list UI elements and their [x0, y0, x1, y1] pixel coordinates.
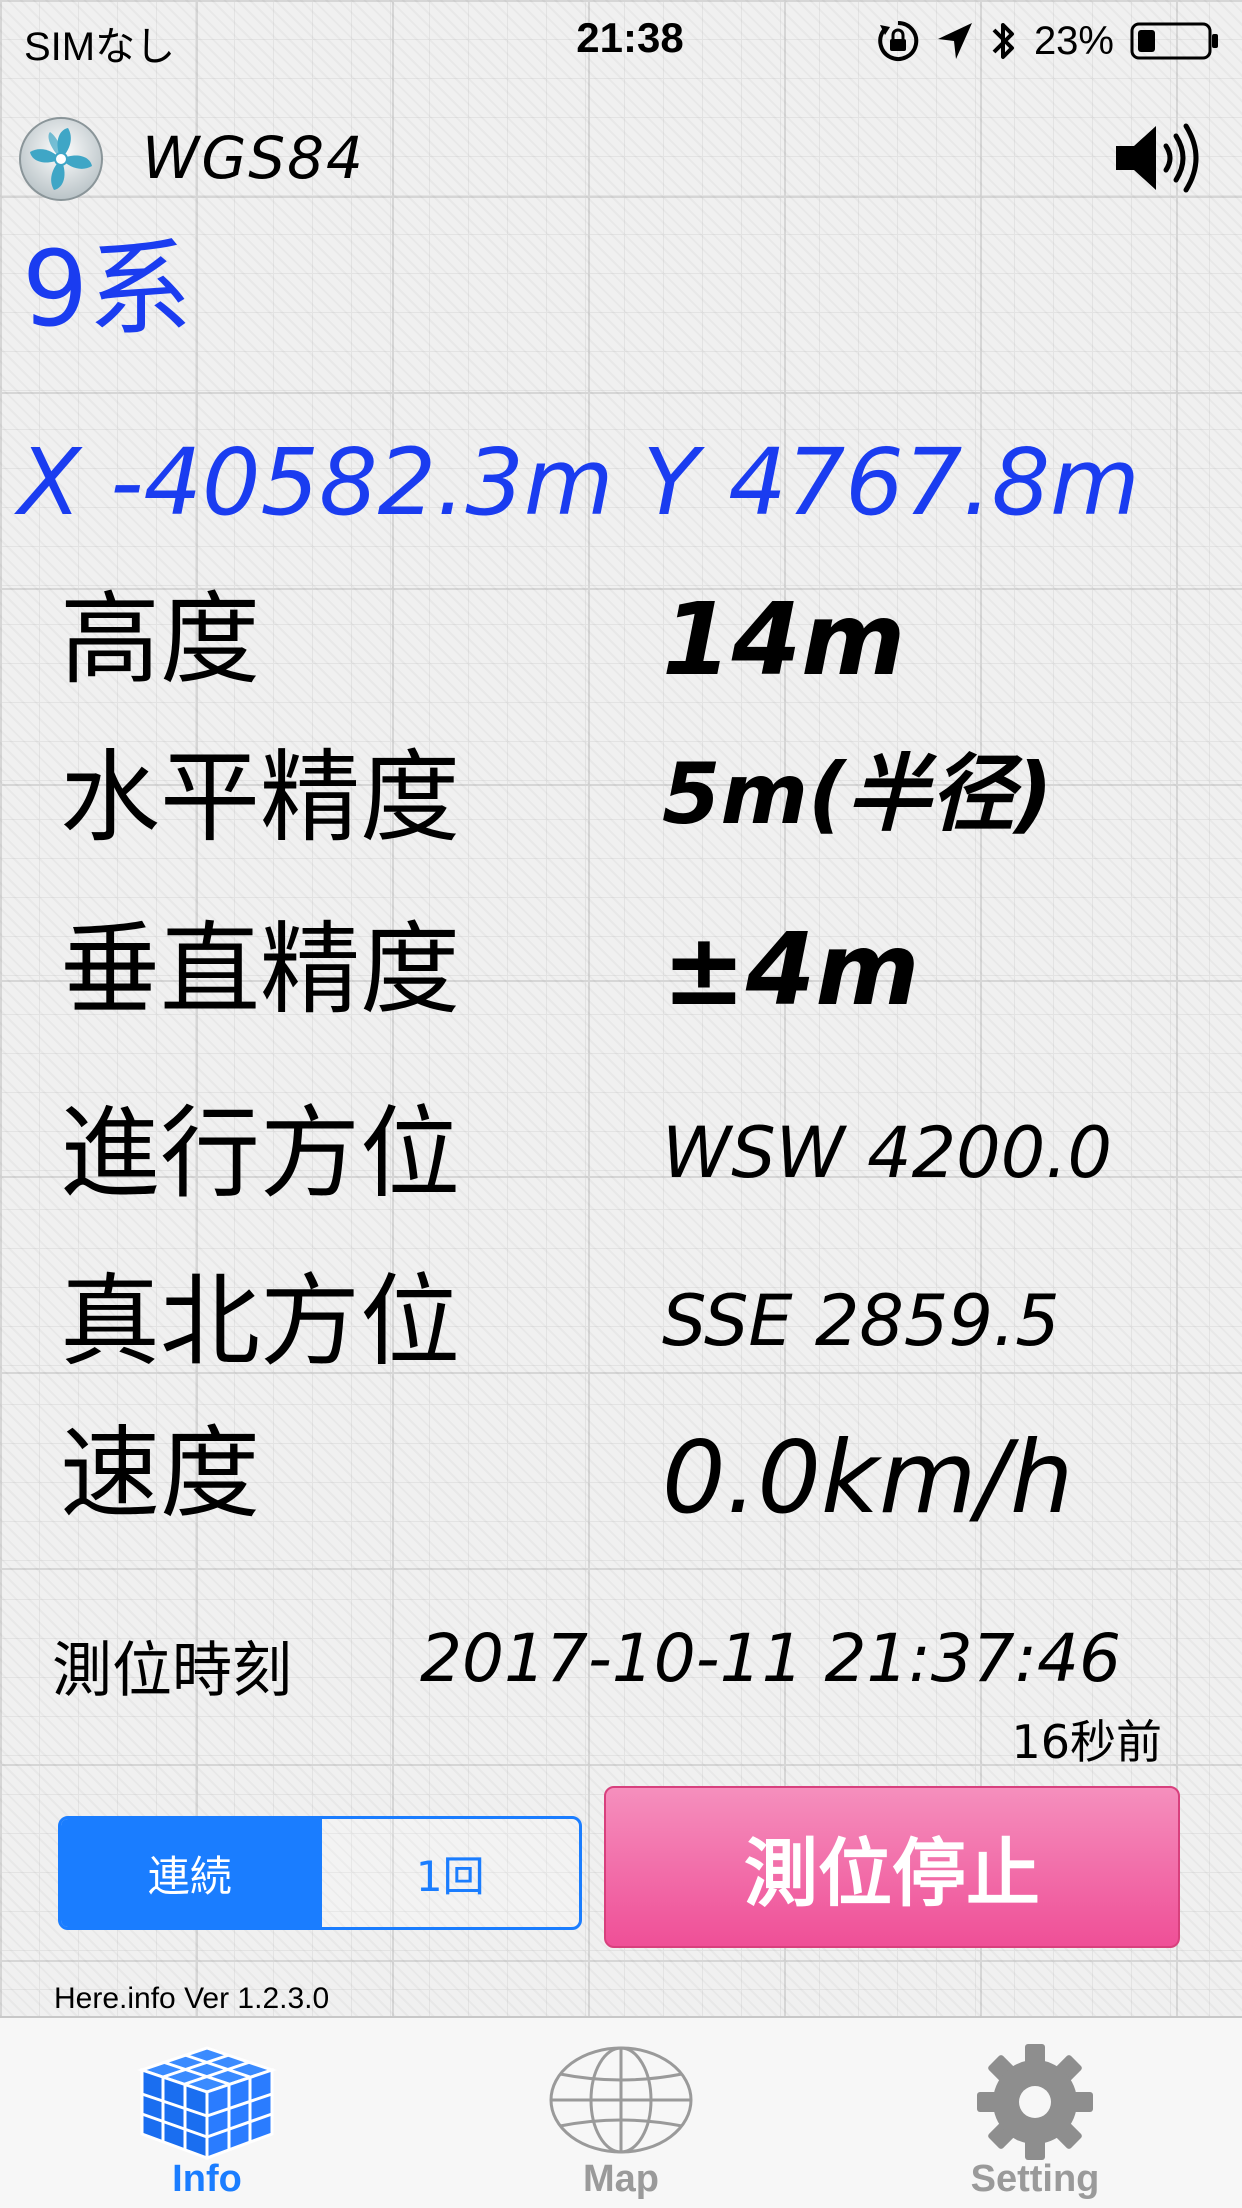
- vertical-accuracy-value: ±4m: [662, 911, 920, 1028]
- mode-once-segment[interactable]: 1回: [318, 1819, 579, 1927]
- speed-value: 0.0km/h: [662, 1419, 1074, 1536]
- location-arrow-icon: [937, 23, 972, 59]
- globe-icon: [549, 2046, 693, 2154]
- coord-y: Y 4767.8m: [642, 429, 1140, 536]
- true-north-label: 真北方位: [60, 1263, 460, 1380]
- mode-segmented-control: 連続 1回: [58, 1816, 582, 1930]
- horizontal-accuracy-value: 5m(半径): [662, 745, 1053, 843]
- fix-time-label: 測位時刻: [52, 1636, 292, 1706]
- battery-percent: 23%: [1033, 18, 1114, 63]
- heading-label: 進行方位: [60, 1095, 460, 1212]
- speaker-icon[interactable]: [1112, 118, 1204, 198]
- mode-continuous-segment[interactable]: 連続: [61, 1819, 319, 1927]
- fix-time-ago: 16秒前: [1011, 1715, 1162, 1769]
- tab-setting[interactable]: Setting: [828, 2018, 1242, 2208]
- plane-coordinates: X -40582.3m Y 4767.8m: [18, 432, 1140, 533]
- fix-time-value: 2017-10-11 21:37:46: [420, 1620, 1121, 1697]
- true-north-value: SSE 2859.5: [662, 1280, 1060, 1362]
- bluetooth-icon: [992, 23, 1014, 59]
- vertical-accuracy-label: 垂直精度: [60, 911, 460, 1028]
- speed-label: 速度: [60, 1415, 260, 1532]
- tab-bar: Info Map Setting: [0, 2016, 1242, 2208]
- tab-info-label: Info: [172, 2158, 242, 2200]
- altitude-value: 14m: [662, 581, 906, 698]
- clock: 21:38: [576, 14, 684, 61]
- tab-map-label: Map: [583, 2158, 659, 2200]
- status-bar: SIMなし 21:38 23%: [0, 0, 1242, 84]
- gear-icon: [977, 2044, 1093, 2160]
- status-indicators: 23%: [876, 12, 1220, 70]
- datum-label: WGS84: [142, 124, 365, 192]
- altitude-label: 高度: [60, 581, 260, 698]
- battery-icon: [1130, 22, 1218, 60]
- heading-value: WSW 4200.0: [662, 1112, 1113, 1194]
- rotation-lock-icon: [878, 20, 919, 61]
- tab-info[interactable]: Info: [0, 2018, 414, 2208]
- tab-setting-label: Setting: [970, 2158, 1100, 2200]
- horizontal-accuracy-label: 水平精度: [60, 739, 460, 856]
- stop-positioning-button[interactable]: 測位停止: [604, 1786, 1180, 1948]
- coordinate-zone: 9系: [22, 228, 193, 350]
- tab-map[interactable]: Map: [414, 2018, 828, 2208]
- carrier-label: SIMなし: [24, 25, 176, 69]
- coord-x: X -40582.3m: [18, 429, 614, 536]
- pinwheel-logo-icon[interactable]: [18, 116, 104, 202]
- cube-grid-icon: [137, 2046, 277, 2161]
- version-label: Here.info Ver 1.2.3.0: [54, 1982, 330, 2015]
